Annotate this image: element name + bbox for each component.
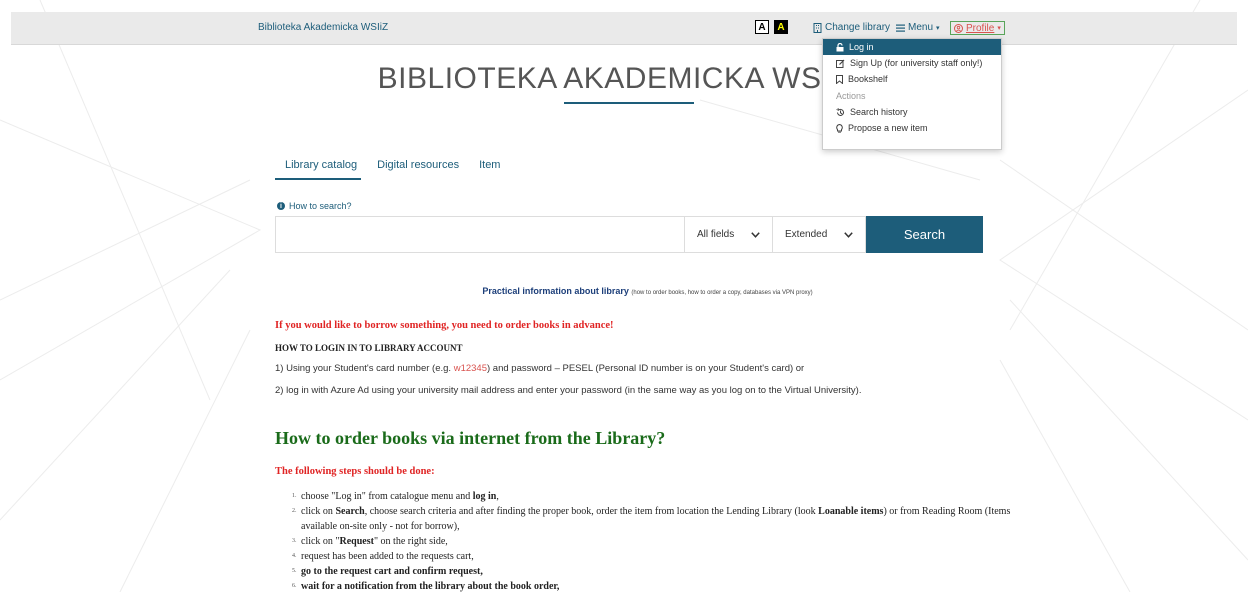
login-step-1-after: ) and password – PESEL (Personal ID numb…: [487, 363, 805, 374]
order-steps-list: 1. choose "Log in" from catalogue menu an…: [292, 489, 1012, 594]
step-text: wait for a notification from the library…: [301, 581, 560, 592]
step-number: 4.: [292, 553, 297, 559]
order-notice: If you would like to borrow something, y…: [275, 320, 614, 331]
brand-link[interactable]: Biblioteka Akademicka WSIiZ: [258, 22, 388, 33]
menu-item-label: Sign Up (for university staff only!): [850, 58, 983, 68]
caret-down-icon: ▾: [936, 24, 940, 32]
building-icon: [813, 22, 822, 33]
step-item: 4. request has been added to the requests…: [292, 549, 1012, 564]
info-icon: i: [277, 202, 285, 210]
top-bar: Biblioteka Akademicka WSIiZ A A Change l…: [11, 12, 1237, 45]
login-step-2: 2) log in with Azure Ad using your unive…: [275, 385, 862, 396]
field-select-value: All fields: [697, 229, 735, 240]
step-text: Request: [339, 536, 374, 547]
tab-library-catalog[interactable]: Library catalog: [285, 159, 357, 171]
step-number: 3.: [292, 538, 297, 544]
step-item: 1. choose "Log in" from catalogue menu an…: [292, 489, 1012, 504]
menu-button[interactable]: Menu ▾: [896, 22, 940, 33]
page-title: BIBLIOTEKA AKADEMICKA WSIiZ: [377, 62, 857, 95]
hamburger-icon: [896, 24, 905, 32]
step-text: , choose search criteria and after findi…: [364, 506, 819, 517]
tab-digital-resources[interactable]: Digital resources: [377, 159, 459, 171]
search-input[interactable]: [275, 216, 685, 253]
menu-item-search-history[interactable]: Search history: [823, 104, 1001, 120]
menu-item-propose-item[interactable]: Propose a new item: [823, 120, 1001, 136]
step-number: 1.: [292, 493, 297, 499]
step-text: go to the request cart and confirm reque…: [301, 566, 483, 577]
lightbulb-icon: [836, 123, 843, 133]
actions-header: Actions: [836, 90, 866, 101]
profile-button[interactable]: Profile ▾: [950, 21, 1005, 35]
menu-item-bookshelf[interactable]: Bookshelf: [823, 71, 1001, 87]
menu-item-sign-up[interactable]: Sign Up (for university staff only!): [823, 55, 1001, 71]
step-item: 2. click on Search, choose search criteri…: [292, 504, 1012, 534]
how-to-search-label: How to search?: [289, 201, 352, 211]
bookmark-icon: [836, 74, 843, 84]
step-text: log in: [472, 491, 497, 502]
search-bar: All fields Extended Search: [275, 216, 983, 253]
chevron-down-icon: [751, 231, 760, 238]
edit-icon: [836, 59, 845, 68]
login-step-1: 1) Using your Student's card number (e.g…: [275, 363, 804, 374]
menu-item-label: Bookshelf: [848, 74, 888, 84]
menu-item-log-in[interactable]: Log in: [823, 39, 1001, 55]
order-heading: How to order books via internet from the…: [275, 428, 666, 448]
profile-label: Profile: [966, 22, 995, 34]
lock-icon: [836, 42, 844, 51]
step-text: click on: [301, 506, 336, 517]
step-text: choose "Log in" from catalogue menu and: [301, 491, 473, 502]
search-button[interactable]: Search: [866, 216, 983, 253]
change-library-label: Change library: [825, 22, 891, 33]
menu-item-label: Search history: [850, 107, 908, 117]
step-text: Loanable items: [818, 506, 884, 517]
tab-item[interactable]: Item: [479, 159, 500, 171]
practical-info-link[interactable]: Practical information about library: [482, 286, 629, 296]
step-text: " on the right side,: [373, 536, 448, 547]
menu-label: Menu: [908, 22, 934, 33]
user-circle-icon: [954, 23, 963, 33]
step-number: 2.: [292, 508, 297, 514]
practical-info-note: (how to order books, how to order a copy…: [631, 290, 813, 296]
chevron-down-icon: [844, 231, 853, 238]
practical-info: Practical information about library (how…: [0, 286, 1248, 296]
step-text: Search: [335, 506, 365, 517]
change-library-button[interactable]: Change library: [813, 22, 890, 33]
steps-heading: The following steps should be done:: [275, 466, 435, 477]
step-text: ,: [496, 491, 499, 502]
caret-down-icon: ▾: [997, 25, 1001, 32]
title-underline: [564, 102, 694, 104]
field-select[interactable]: All fields: [685, 216, 773, 253]
step-item: 5. go to the request cart and confirm req…: [292, 564, 1012, 579]
login-step-1-before: 1) Using your Student's card number (e.g…: [275, 363, 454, 374]
step-text: request has been added to the requests c…: [301, 551, 474, 562]
step-number: 5.: [292, 568, 297, 574]
login-heading: HOW TO LOGIN IN TO LIBRARY ACCOUNT: [275, 343, 463, 353]
search-tabs: Library catalog Digital resources Item: [285, 159, 500, 171]
active-tab-indicator: [275, 178, 361, 180]
history-icon: [836, 107, 844, 116]
menu-item-label: Propose a new item: [848, 123, 928, 133]
mode-select[interactable]: Extended: [773, 216, 866, 253]
profile-dropdown: Log in Sign Up (for university staff onl…: [822, 38, 1002, 150]
menu-item-label: Log in: [849, 42, 874, 52]
card-number-example: w12345: [453, 363, 487, 374]
how-to-search-link[interactable]: i How to search?: [277, 201, 352, 211]
mode-select-value: Extended: [785, 229, 828, 240]
step-text: click on ": [301, 536, 340, 547]
contrast-normal-button[interactable]: A: [755, 20, 769, 34]
contrast-high-button[interactable]: A: [774, 20, 788, 34]
step-item: 3. click on "Request" on the right side,: [292, 534, 1012, 549]
